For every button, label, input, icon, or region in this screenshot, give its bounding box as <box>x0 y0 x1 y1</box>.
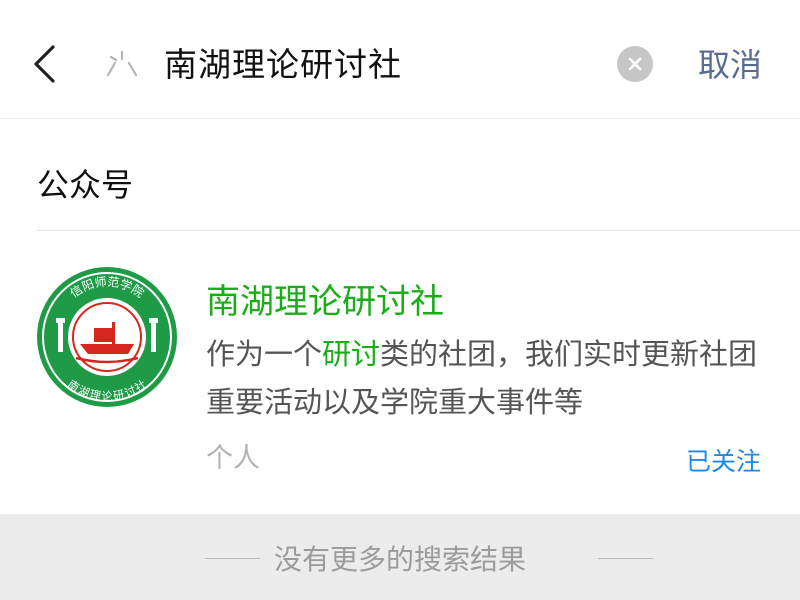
search-icon <box>106 50 138 77</box>
description-text: 作为一个 <box>206 337 323 371</box>
back-button[interactable] <box>22 40 66 88</box>
account-name: 南湖理论研讨社 <box>206 282 444 322</box>
account-type: 个人 <box>206 443 260 474</box>
search-header: 南湖理论研讨社 取消 <box>0 0 800 118</box>
back-arrow-icon <box>34 45 55 83</box>
section-divider <box>37 230 800 231</box>
account-description: 作为一个研讨类的社团，我们实时更新社团重要活动以及学院重大事件等 <box>206 330 766 426</box>
clear-search-button[interactable] <box>617 46 653 82</box>
results-footer: 没有更多的搜索结果 <box>0 514 800 600</box>
clear-icon <box>628 57 642 71</box>
description-highlight: 研讨 <box>322 337 381 371</box>
cancel-button[interactable]: 取消 <box>698 40 762 86</box>
official-account-result[interactable]: 信阳师范学院 南湖理论研讨社 南湖理论研讨社 作为一个研讨类的社团，我们实时更新… <box>0 232 800 514</box>
follow-status-button[interactable]: 已关注 <box>686 442 761 478</box>
footer-divider-right <box>598 558 653 559</box>
no-more-results-text: 没有更多的搜索结果 <box>273 543 526 576</box>
search-input[interactable]: 南湖理论研讨社 <box>164 38 402 86</box>
section-title: 公众号 <box>37 166 134 204</box>
header-divider <box>0 118 800 119</box>
account-avatar: 信阳师范学院 南湖理论研讨社 <box>37 267 177 407</box>
